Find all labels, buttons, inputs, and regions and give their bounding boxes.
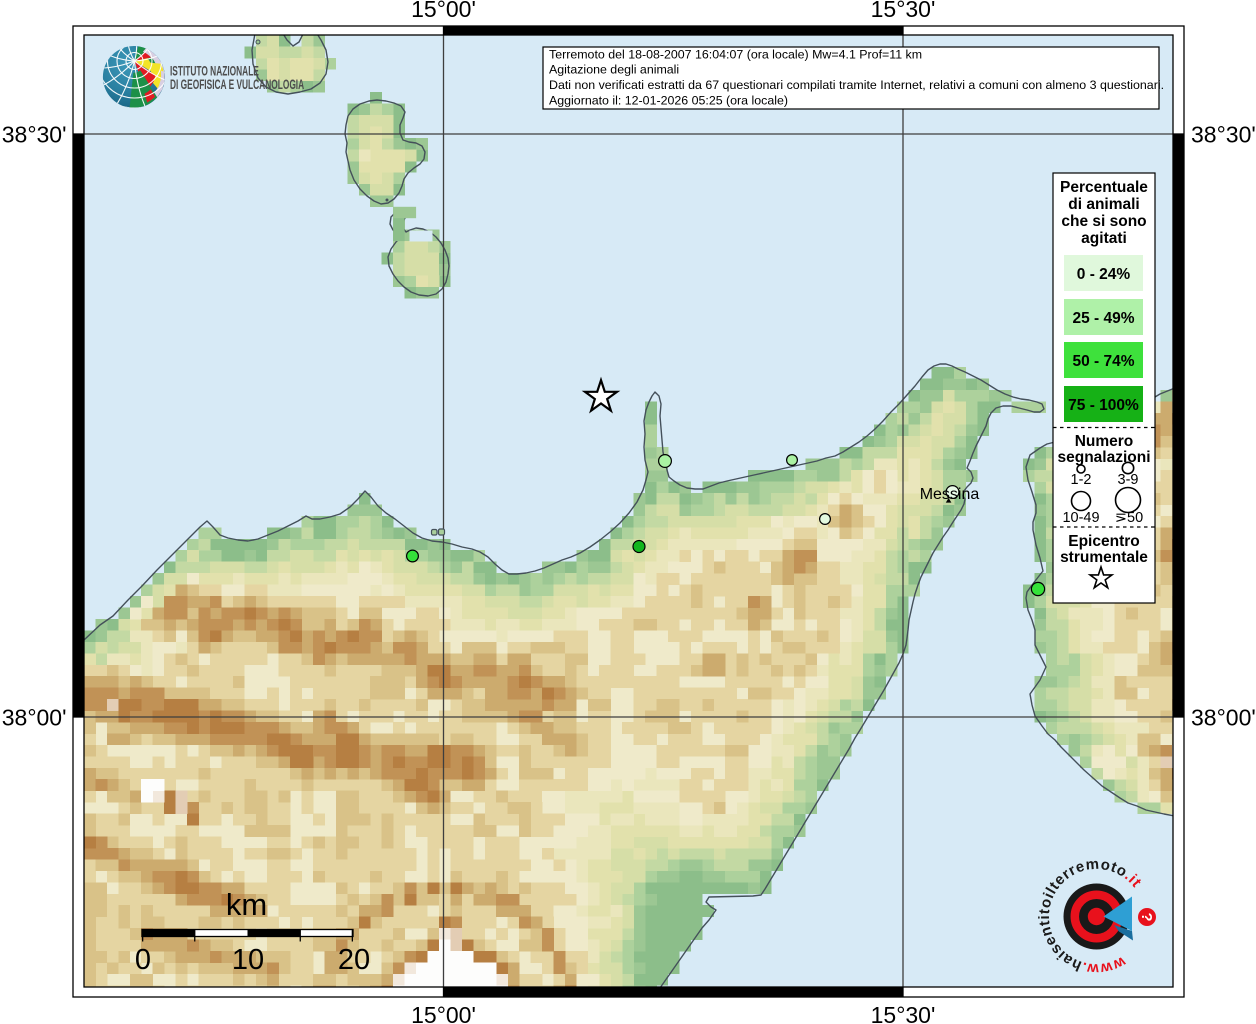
svg-text:⋝50: ⋝50 [1115,510,1143,526]
svg-text:Dati non verificati estratti d: Dati non verificati estratti da 67 quest… [549,78,1164,92]
svg-text:Numero: Numero [1075,433,1134,450]
svg-text:20: 20 [338,944,370,976]
svg-text:ISTITUTO NAZIONALE: ISTITUTO NAZIONALE [170,65,259,79]
svg-text:che si sono: che si sono [1061,213,1146,230]
svg-text:75 - 100%: 75 - 100% [1068,397,1139,414]
svg-text:segnalazioni: segnalazioni [1057,449,1150,466]
svg-text:di animali: di animali [1068,196,1140,213]
svg-text:10: 10 [232,944,264,976]
svg-text:strumentale: strumentale [1060,549,1148,566]
svg-text:15°00': 15°00' [411,0,476,22]
svg-text:?: ? [1138,913,1154,922]
svg-text:Aggiornato il: 12-01-2026 05:2: Aggiornato il: 12-01-2026 05:25 (ora loc… [549,93,788,107]
svg-text:agitati: agitati [1081,230,1127,247]
svg-text:Terremoto del 18-08-2007 16:04: Terremoto del 18-08-2007 16:04:07 (ora l… [549,47,922,61]
svg-text:15°30': 15°30' [871,1002,936,1024]
svg-text:Messina: Messina [920,486,980,503]
svg-text:25 - 49%: 25 - 49% [1072,310,1134,327]
svg-text:15°30': 15°30' [871,0,936,22]
svg-text:38°30': 38°30' [1191,121,1256,147]
svg-text:km: km [226,887,267,922]
svg-text:Epicentro: Epicentro [1068,533,1139,550]
svg-text:38°30': 38°30' [2,121,67,147]
svg-text:50 - 74%: 50 - 74% [1072,353,1134,370]
svg-text:0: 0 [135,944,151,976]
svg-text:15°00': 15°00' [411,1002,476,1024]
svg-text:Agitazione degli animali: Agitazione degli animali [549,63,679,77]
svg-text:DI GEOFISICA E VULCANOLOGIA: DI GEOFISICA E VULCANOLOGIA [170,78,304,92]
svg-text:38°00': 38°00' [1191,704,1256,730]
svg-text:3-9: 3-9 [1118,472,1139,488]
svg-text:1-2: 1-2 [1071,472,1092,488]
svg-text:Percentuale: Percentuale [1060,179,1148,196]
svg-text:38°00': 38°00' [2,704,67,730]
svg-text:0 - 24%: 0 - 24% [1077,266,1131,283]
svg-text:10-49: 10-49 [1062,510,1099,526]
